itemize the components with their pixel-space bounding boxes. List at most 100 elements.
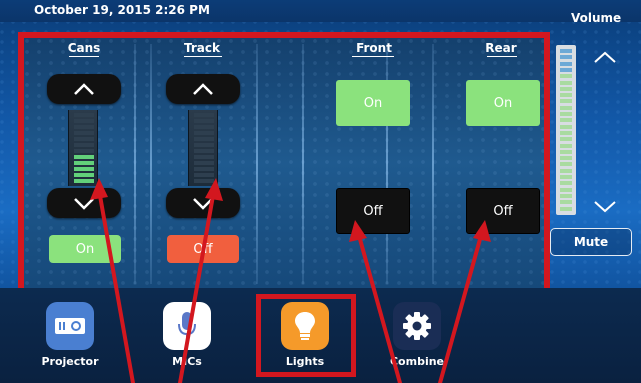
track-toggle-button[interactable]: Off — [167, 235, 239, 263]
volume-segment — [560, 193, 572, 198]
meter-segment — [74, 143, 94, 147]
zone-label-cans: Cans — [67, 41, 101, 55]
volume-title: Volume — [571, 11, 622, 25]
volume-segment — [560, 112, 572, 116]
meter-segment — [74, 161, 94, 165]
rear-off-button[interactable]: Off — [466, 188, 540, 234]
front-off-button[interactable]: Off — [336, 188, 410, 234]
meter-segment — [74, 119, 94, 123]
meter-segment — [74, 167, 94, 171]
gear-icon — [403, 312, 431, 340]
meter-segment — [194, 143, 214, 147]
cans-toggle-button[interactable]: On — [49, 235, 121, 263]
volume-segment — [560, 143, 572, 148]
volume-segment — [560, 93, 572, 98]
volume-segment — [560, 118, 572, 123]
volume-segment — [560, 206, 572, 211]
meter-segment — [194, 173, 214, 177]
zone-underline — [69, 56, 99, 57]
volume-segment — [560, 99, 572, 104]
lights-highlight-box — [256, 294, 356, 376]
meter-segment — [74, 179, 94, 183]
volume-segment — [560, 105, 572, 110]
cans-level-meter — [68, 110, 98, 186]
volume-segment — [560, 130, 572, 135]
lights-highlight-box-bottom — [256, 372, 356, 377]
combine-tile — [393, 302, 441, 350]
track-down-button[interactable] — [166, 188, 240, 218]
meter-segment — [194, 119, 214, 123]
nav-item-mics[interactable]: MICs — [152, 302, 222, 377]
chevron-up-icon — [594, 51, 616, 63]
nav-item-combine[interactable]: Combine — [382, 302, 452, 377]
volume-segment — [560, 61, 572, 66]
meter-segment — [74, 137, 94, 141]
meter-segment — [74, 173, 94, 177]
volume-segment — [560, 55, 572, 60]
zone-underline — [487, 56, 517, 57]
mute-button[interactable]: Mute — [550, 228, 632, 256]
meter-segment — [74, 113, 94, 117]
meter-segment — [194, 167, 214, 171]
mics-tile — [163, 302, 211, 350]
track-up-button[interactable] — [166, 74, 240, 104]
zone-label-rear: Rear — [485, 41, 517, 55]
chevron-down-icon — [193, 198, 213, 210]
volume-segment — [560, 137, 572, 142]
front-on-button[interactable]: On — [336, 80, 410, 126]
meter-segment — [194, 179, 214, 183]
microphone-icon — [178, 312, 196, 340]
volume-up-button[interactable] — [588, 42, 622, 72]
zone-divider — [134, 44, 136, 284]
volume-segment — [560, 67, 572, 72]
zone-underline — [352, 56, 394, 57]
zone-label-front: Front — [356, 41, 392, 55]
meter-segment — [194, 131, 214, 135]
meter-segment — [194, 155, 214, 159]
zone-divider — [256, 44, 258, 284]
nav-label-projector: Projector — [41, 355, 99, 368]
zone-cans: Cans On — [24, 38, 134, 288]
meter-segment — [74, 155, 94, 159]
projector-tile — [46, 302, 94, 350]
volume-segment — [560, 124, 572, 129]
meter-segment — [194, 149, 214, 153]
volume-segment — [560, 74, 572, 79]
meter-segment — [74, 125, 94, 129]
volume-segment — [560, 168, 572, 173]
volume-segment — [560, 149, 572, 154]
rear-on-button[interactable]: On — [466, 80, 540, 126]
track-level-meter — [188, 110, 218, 186]
nav-item-projector[interactable]: Projector — [35, 302, 105, 377]
zone-front: Front On Off — [302, 38, 410, 288]
touch-panel-screen: October 19, 2015 2:26 PM Volume Cans On … — [0, 0, 641, 383]
zone-label-track: Track — [184, 41, 220, 55]
volume-segment — [560, 156, 572, 161]
cans-up-button[interactable] — [47, 74, 121, 104]
volume-segment — [560, 80, 572, 85]
nav-label-mics: MICs — [172, 355, 202, 368]
zone-rear: Rear On Off — [432, 38, 550, 288]
date-time: October 19, 2015 2:26 PM — [34, 3, 210, 17]
zone-track: Track Off — [152, 38, 256, 288]
meter-segment — [194, 161, 214, 165]
volume-segment — [560, 181, 572, 186]
chevron-down-icon — [594, 201, 616, 213]
nav-label-combine: Combine — [389, 355, 445, 368]
chevron-up-icon — [74, 83, 94, 95]
meter-segment — [194, 113, 214, 117]
zone-underline — [184, 56, 222, 57]
volume-segment — [560, 187, 572, 192]
volume-segment — [560, 86, 572, 91]
meter-segment — [74, 149, 94, 153]
meter-segment — [74, 131, 94, 135]
meter-segment — [194, 125, 214, 129]
volume-segment — [560, 200, 572, 205]
volume-down-button[interactable] — [588, 191, 622, 221]
volume-level-meter — [556, 45, 576, 215]
volume-segment — [560, 162, 572, 167]
chevron-up-icon — [193, 83, 213, 95]
volume-segment — [560, 175, 572, 179]
cans-down-button[interactable] — [47, 188, 121, 218]
lights-panel: Cans On Track Off Front On Off Rear On O… — [18, 32, 550, 294]
